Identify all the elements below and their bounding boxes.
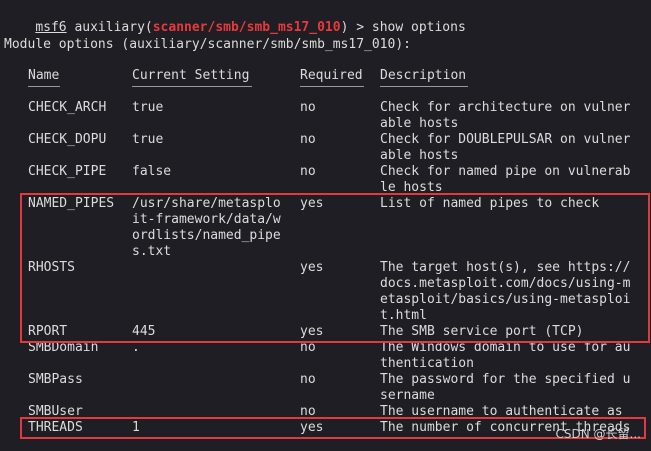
option-description: able hosts [380,148,459,163]
watermark: CSDN @长留... [555,427,641,441]
header-underline-description [380,86,468,87]
column-header-name: Name [28,68,60,83]
prompt-module-name: scanner/smb/smb_ms17_010 [152,20,341,35]
column-header-current-setting: Current Setting [132,68,250,83]
option-name: SMBPass [28,372,83,387]
terminal-window[interactable]: msf6 auxiliary(scanner/smb/smb_ms17_010)… [0,0,651,451]
option-description: The password for the specified u [380,372,631,387]
prompt-prefix: auxiliary( [66,20,153,35]
prompt-msf: msf6 [35,20,67,35]
option-current-setting: true [132,100,164,115]
option-name: CHECK_ARCH [28,100,107,115]
option-description: Check for architecture on vulner [380,100,631,115]
option-name: CHECK_PIPE [28,164,107,179]
header-underline-name [28,86,60,87]
option-description: Check for DOUBLEPULSAR on vulner [380,132,631,147]
header-underline-required [300,86,364,87]
option-description: Check for named pipe on vulnerab [380,164,631,179]
highlight-box-required-options [20,193,650,343]
option-required: no [300,372,316,387]
option-required: no [300,132,316,147]
option-description: sername [380,388,435,403]
header-underline-current-setting [132,86,252,87]
highlight-box-threads [20,417,646,439]
prompt-command: ) > show options [340,20,466,35]
option-name: CHECK_DOPU [28,132,107,147]
module-options-title: Module options (auxiliary/scanner/smb/sm… [4,37,411,52]
column-header-required: Required [300,68,363,83]
option-description: thentication [380,356,474,371]
option-description: able hosts [380,116,459,131]
option-current-setting: false [132,164,172,179]
option-required: no [300,164,316,179]
option-required: no [300,100,316,115]
column-header-description: Description [380,68,467,83]
option-current-setting: true [132,132,164,147]
